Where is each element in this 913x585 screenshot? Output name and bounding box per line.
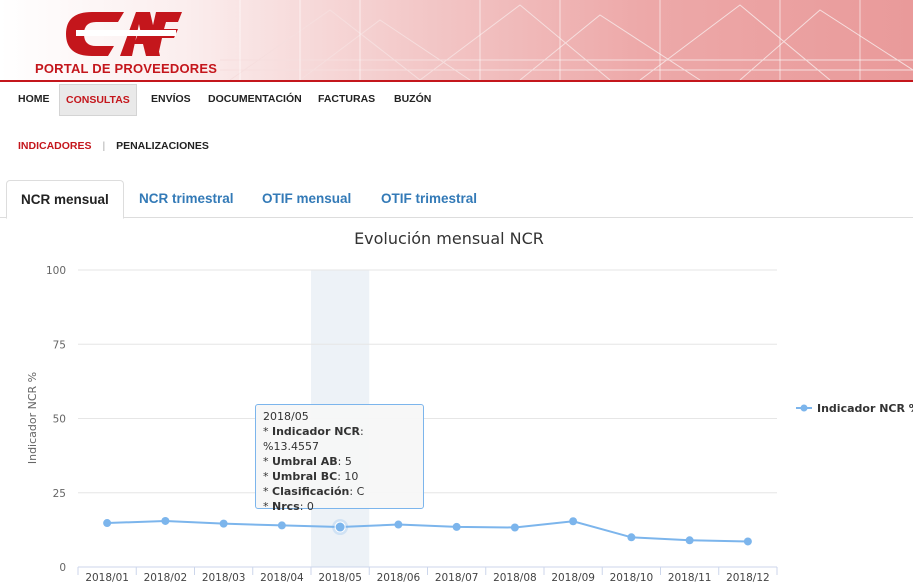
x-tick-label: 2018/08 — [493, 572, 537, 584]
y-tick-label: 75 — [53, 339, 66, 351]
tooltip-line: * Clasificación: C — [263, 485, 365, 498]
data-point[interactable] — [627, 533, 636, 542]
data-point[interactable] — [277, 521, 286, 530]
x-tick-label: 2018/11 — [668, 572, 712, 584]
nav-consultas[interactable]: CONSULTAS — [59, 84, 137, 116]
x-tick-label: 2018/05 — [318, 572, 362, 584]
indicator-tabs: NCR mensual NCR trimestral OTIF mensual … — [0, 180, 913, 219]
x-tick-label: 2018/06 — [377, 572, 421, 584]
x-tick-label: 2018/01 — [85, 572, 129, 584]
data-point[interactable] — [334, 521, 346, 533]
header-banner: PORTAL DE PROVEEDORES — [0, 0, 913, 80]
y-axis-label: Indicador NCR % — [26, 372, 39, 464]
data-point[interactable] — [394, 520, 403, 529]
ncr-line-chart: 0 25 50 75 100 2018/01 2018/02 2018/03 2018/04 20… — [26, 229, 913, 584]
tooltip-line: * Indicador NCR: %13.4557 — [263, 425, 364, 453]
nav-facturas[interactable]: FACTURAS — [318, 84, 375, 114]
chart-legend[interactable]: Indicador NCR % — [796, 402, 913, 415]
tooltip-line: * Umbral BC: 10 — [263, 470, 359, 483]
x-tick-label: 2018/12 — [726, 572, 770, 584]
nav-home[interactable]: HOME — [18, 84, 50, 114]
data-point[interactable] — [103, 519, 112, 528]
x-tick-label: 2018/02 — [144, 572, 188, 584]
header-divider — [0, 80, 913, 82]
portal-title: PORTAL DE PROVEEDORES — [35, 61, 218, 76]
subnav-indicadores[interactable]: INDICADORES — [18, 140, 92, 152]
chart-title: Evolución mensual NCR — [354, 229, 544, 248]
y-tick-label: 25 — [53, 488, 66, 500]
y-tick-label: 100 — [46, 265, 66, 277]
y-tick-label: 50 — [53, 414, 66, 426]
chart-tooltip: 2018/05 * Indicador NCR: %13.4557 * Umbr… — [255, 404, 424, 513]
data-point[interactable] — [743, 537, 752, 546]
data-point[interactable] — [685, 536, 694, 545]
x-tick-label: 2018/09 — [551, 572, 595, 584]
data-point[interactable] — [510, 523, 519, 532]
subnav-penalizaciones[interactable]: PENALIZACIONES — [116, 140, 209, 152]
legend-label: Indicador NCR % — [817, 402, 913, 415]
data-point[interactable] — [452, 522, 461, 531]
x-tick-label: 2018/10 — [610, 572, 654, 584]
tab-ncr-trimestral[interactable]: NCR trimestral — [139, 180, 234, 217]
nav-envios[interactable]: ENVÍOS — [151, 84, 191, 114]
tab-otif-mensual[interactable]: OTIF mensual — [262, 180, 351, 217]
data-point[interactable] — [569, 517, 578, 526]
legend-point-marker — [800, 404, 808, 412]
data-point[interactable] — [161, 516, 170, 525]
x-tick-label: 2018/03 — [202, 572, 246, 584]
y-tick-label: 0 — [59, 562, 66, 574]
nav-buzon[interactable]: BUZÓN — [394, 84, 431, 114]
caf-logo — [66, 12, 182, 56]
subnav-separator: | — [102, 140, 106, 152]
tooltip-line: * Nrcs: 0 — [263, 500, 314, 513]
nav-documentacion[interactable]: DOCUMENTACIÓN — [208, 84, 302, 114]
tooltip-line: * Umbral AB: 5 — [263, 455, 352, 468]
series-line — [107, 519, 748, 543]
data-point[interactable] — [219, 519, 228, 528]
sub-navigation: INDICADORES | PENALIZACIONES — [18, 140, 209, 152]
tooltip-category: 2018/05 — [263, 410, 309, 423]
tab-ncr-mensual[interactable]: NCR mensual — [6, 180, 124, 219]
tabs-border — [0, 217, 913, 218]
x-tick-label: 2018/07 — [435, 572, 479, 584]
x-tick-label: 2018/04 — [260, 572, 304, 584]
main-navigation: HOME CONSULTAS ENVÍOS DOCUMENTACIÓN FACT… — [0, 84, 913, 116]
tab-otif-trimestral[interactable]: OTIF trimestral — [381, 180, 477, 217]
